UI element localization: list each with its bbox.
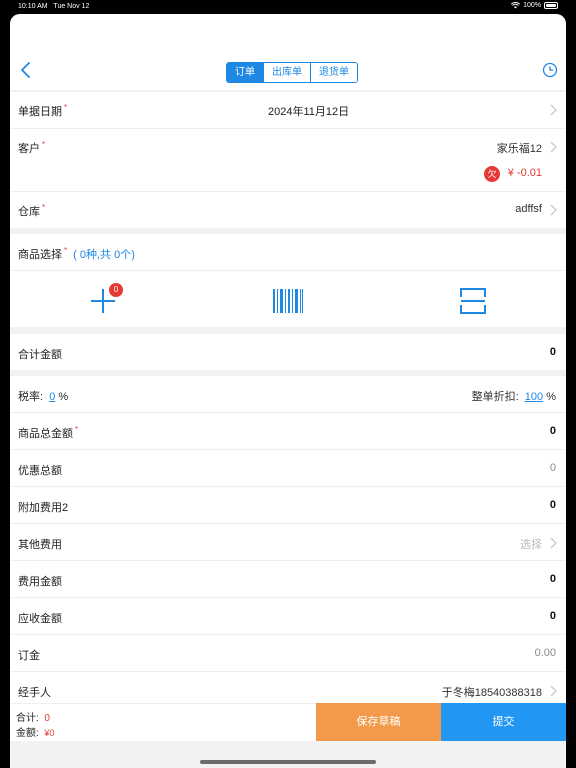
goods-summary: ( 0种,共 0个): [73, 249, 135, 261]
discount-label: 整单折扣:: [471, 391, 519, 403]
tab-order[interactable]: 订单: [227, 63, 263, 82]
tab-return[interactable]: 退货单: [310, 63, 357, 82]
clock-icon[interactable]: [542, 62, 558, 78]
goods-total-value: 0: [549, 425, 556, 437]
total-amount-label: 合计金额: [18, 349, 62, 361]
customer-row[interactable]: 客户 * 家乐福12: [10, 129, 566, 191]
tax-input[interactable]: 0: [49, 391, 55, 403]
discount-unit: %: [546, 391, 556, 403]
debt-badge: 欠: [484, 166, 500, 182]
amount-value: ¥0: [44, 728, 55, 738]
battery-icon: [544, 2, 558, 9]
fee-amount-label: 费用金额: [18, 576, 62, 588]
promo-total-value: 0: [549, 462, 556, 474]
deposit-row[interactable]: 订金 0.00: [10, 635, 566, 671]
count-value: 0: [44, 713, 50, 724]
date-row[interactable]: 单据日期 * 2024年11月12日: [10, 92, 566, 128]
chevron-right-icon: [550, 685, 557, 697]
save-draft-button[interactable]: 保存草稿: [316, 703, 441, 741]
amount-label: 金额:: [16, 728, 39, 739]
order-sheet: 订单 出库单 退货单 单据日期 * 2024年11月12日 客户 * 家乐福12 欠…: [10, 14, 566, 768]
required-mark: *: [75, 425, 79, 434]
handler-label: 经手人: [18, 687, 51, 699]
extra-fee-value[interactable]: 0: [550, 499, 556, 511]
warehouse-label: 仓库: [18, 206, 40, 218]
chevron-right-icon: [550, 141, 557, 153]
date-label: 单据日期: [18, 106, 62, 118]
tax-unit: %: [58, 391, 69, 403]
deposit-label: 订金: [18, 650, 40, 662]
order-type-tabs: 订单 出库单 退货单: [226, 62, 358, 83]
count-label: 合计:: [16, 713, 39, 724]
goods-label: 商品选择: [18, 249, 62, 261]
tax-label: 税率:: [18, 391, 44, 403]
other-fee-placeholder: 选择: [520, 539, 542, 551]
required-mark: *: [64, 246, 68, 255]
wifi-icon: [511, 2, 521, 9]
back-icon[interactable]: [18, 60, 34, 80]
bottom-bar: 合计: 0 金额: ¥0 保存草稿 提交: [10, 703, 566, 741]
cart-count-badge: 0: [109, 283, 123, 297]
handler-value: 于冬梅18540388318: [441, 687, 542, 699]
date-value: 2024年11月12日: [268, 106, 350, 118]
other-fee-row[interactable]: 其他费用 选择: [10, 524, 566, 560]
battery-percent: 100%: [523, 2, 541, 9]
goods-row: 商品选择 * ( 0种,共 0个): [10, 234, 566, 270]
customer-label: 客户: [18, 143, 40, 155]
receivable-label: 应收金额: [18, 613, 62, 625]
amount-summary: 金额: ¥0: [16, 724, 54, 739]
deposit-value[interactable]: 0.00: [535, 647, 556, 659]
status-bar: 10:10 AM Tue Nov 12 100%: [0, 0, 576, 14]
required-mark: *: [42, 140, 46, 149]
debt-value: ¥ -0.01: [507, 167, 542, 179]
count-summary: 合计: 0: [16, 709, 50, 724]
status-time: 10:10 AM Tue Nov 12: [18, 3, 90, 10]
warehouse-row[interactable]: 仓库 * adffsf: [10, 192, 566, 228]
home-indicator: [200, 760, 376, 764]
customer-value: 家乐福12: [496, 143, 542, 155]
receivable-row: 应收金额 0: [10, 598, 566, 634]
required-mark: *: [42, 203, 46, 212]
fee-amount-value: 0: [549, 573, 556, 585]
total-amount-value: 0: [549, 346, 556, 358]
goods-total-label: 商品总金额: [18, 428, 73, 440]
goods-total-row: 商品总金额 * 0: [10, 413, 566, 449]
submit-button[interactable]: 提交: [441, 703, 566, 741]
tax-discount-row: 税率: 0 % 整单折扣: 100 %: [10, 376, 566, 412]
chevron-right-icon: [550, 537, 557, 549]
promo-total-label: 优惠总额: [18, 465, 62, 477]
fee-amount-row: 费用金额 0: [10, 561, 566, 597]
status-right: 100%: [511, 2, 558, 9]
scan-icon[interactable]: [460, 288, 486, 314]
other-fee-label: 其他费用: [18, 539, 62, 551]
promo-total-row: 优惠总额 0: [10, 450, 566, 486]
tab-outbound[interactable]: 出库单: [263, 63, 310, 82]
receivable-value: 0: [549, 610, 556, 622]
warehouse-value: adffsf: [515, 203, 542, 215]
total-amount-row: 合计金额 0: [10, 334, 566, 370]
nav-bar: 订单 出库单 退货单: [10, 14, 566, 90]
extra-fee-row[interactable]: 附加费用2 0: [10, 487, 566, 523]
barcode-icon[interactable]: [273, 289, 303, 313]
chevron-right-icon: [550, 204, 557, 216]
discount-input[interactable]: 100: [525, 391, 543, 403]
required-mark: *: [64, 103, 68, 112]
chevron-right-icon: [550, 104, 557, 116]
extra-fee-label: 附加费用2: [18, 502, 69, 514]
